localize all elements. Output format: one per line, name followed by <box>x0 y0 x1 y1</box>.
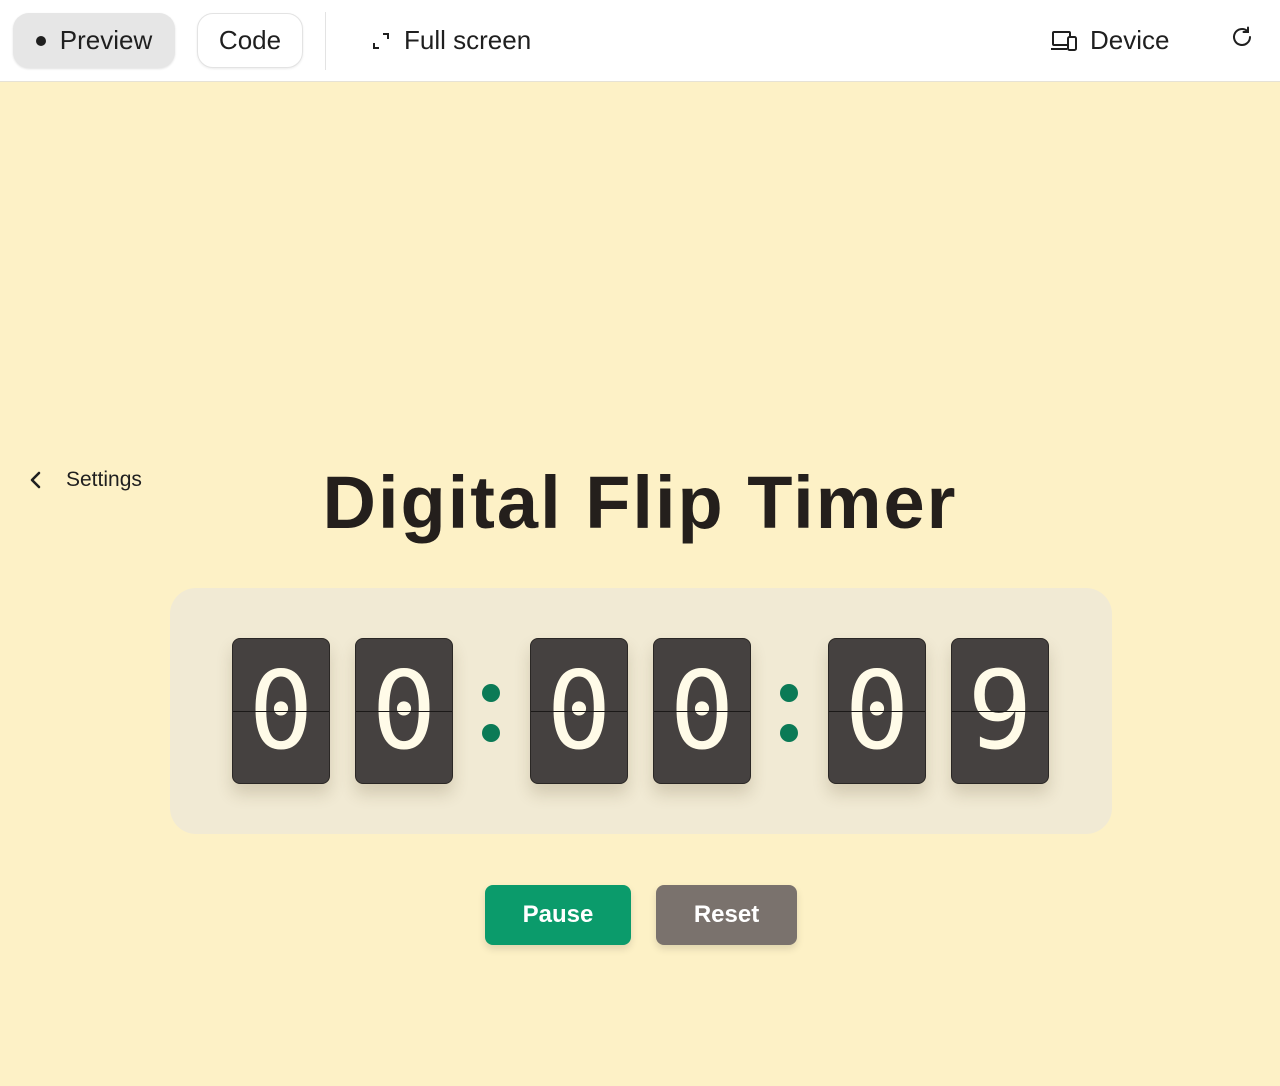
dot-icon <box>35 35 46 46</box>
device-label: Device <box>1090 25 1170 55</box>
toolbar-divider <box>325 12 326 70</box>
colon-dot <box>780 724 798 742</box>
flip-split-line <box>356 711 452 712</box>
preview-label: Preview <box>59 25 153 55</box>
pause-button[interactable]: Pause <box>485 885 631 945</box>
reset-button[interactable]: Reset <box>656 885 797 945</box>
preview-button[interactable]: Preview <box>13 13 175 68</box>
colon-dot <box>482 724 500 742</box>
hours-ones-card: 0 <box>355 638 453 784</box>
flip-split-line <box>952 711 1048 712</box>
page-title: Digital Flip Timer <box>322 461 958 544</box>
code-label: Code <box>218 25 282 55</box>
flip-split-line <box>233 711 329 712</box>
top-toolbar: Preview Code Full screen Device <box>0 0 1280 82</box>
colon-dot <box>482 684 500 702</box>
device-button[interactable]: Device <box>1050 13 1180 68</box>
refresh-button[interactable] <box>1222 13 1262 68</box>
fullscreen-label: Full screen <box>404 25 532 55</box>
refresh-icon <box>1230 25 1254 56</box>
seconds-ones-card: 9 <box>951 638 1049 784</box>
fullscreen-button[interactable]: Full screen <box>370 13 545 68</box>
colon-separator <box>481 684 501 744</box>
flip-split-line <box>829 711 925 712</box>
devices-icon <box>1050 29 1078 53</box>
colon-separator <box>779 684 799 744</box>
code-button[interactable]: Code <box>197 13 303 68</box>
seconds-tens-card: 0 <box>828 638 926 784</box>
flip-split-line <box>654 711 750 712</box>
expand-icon <box>370 30 392 52</box>
flip-split-line <box>531 711 627 712</box>
hours-tens-card: 0 <box>232 638 330 784</box>
minutes-ones-card: 0 <box>653 638 751 784</box>
minutes-tens-card: 0 <box>530 638 628 784</box>
colon-dot <box>780 684 798 702</box>
